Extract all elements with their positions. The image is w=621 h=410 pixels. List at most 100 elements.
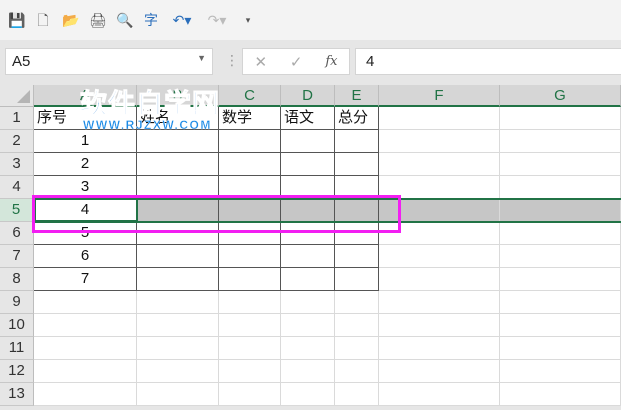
column-header-c[interactable]: C: [219, 85, 281, 107]
row-header-4[interactable]: 4: [0, 176, 34, 199]
row-header-6[interactable]: 6: [0, 222, 34, 245]
cell-c11[interactable]: [219, 337, 281, 360]
cell-c13[interactable]: [219, 383, 281, 406]
cell-d11[interactable]: [281, 337, 335, 360]
cell-b1[interactable]: 姓名: [137, 107, 219, 130]
name-box[interactable]: A5 ▼: [5, 48, 213, 75]
enter-icon[interactable]: ✓: [290, 53, 303, 71]
cell-b12[interactable]: [137, 360, 219, 383]
cell-b3[interactable]: [137, 153, 219, 176]
save-icon[interactable]: 💾: [8, 12, 25, 28]
cell-e9[interactable]: [335, 291, 379, 314]
cell-g1[interactable]: [500, 107, 621, 130]
cell-a9[interactable]: [34, 291, 137, 314]
cell-e13[interactable]: [335, 383, 379, 406]
cell-g5[interactable]: [500, 199, 621, 222]
column-header-g[interactable]: G: [500, 85, 621, 107]
cell-g2[interactable]: [500, 130, 621, 153]
cell-c12[interactable]: [219, 360, 281, 383]
cell-d3[interactable]: [281, 153, 335, 176]
column-header-d[interactable]: D: [281, 85, 335, 107]
cell-a12[interactable]: [34, 360, 137, 383]
cell-b11[interactable]: [137, 337, 219, 360]
cell-a8[interactable]: 7: [34, 268, 137, 291]
cell-a11[interactable]: [34, 337, 137, 360]
cell-g8[interactable]: [500, 268, 621, 291]
cell-a3[interactable]: 2: [34, 153, 137, 176]
cell-c10[interactable]: [219, 314, 281, 337]
cell-f8[interactable]: [379, 268, 500, 291]
cell-f9[interactable]: [379, 291, 500, 314]
cell-e8[interactable]: [335, 268, 379, 291]
row-header-8[interactable]: 8: [0, 268, 34, 291]
cell-e1[interactable]: 总分: [335, 107, 379, 130]
cell-f3[interactable]: [379, 153, 500, 176]
cell-d9[interactable]: [281, 291, 335, 314]
row-header-2[interactable]: 2: [0, 130, 34, 153]
cell-e7[interactable]: [335, 245, 379, 268]
cell-a13[interactable]: [34, 383, 137, 406]
cell-a1[interactable]: 序号: [34, 107, 137, 130]
cell-e11[interactable]: [335, 337, 379, 360]
cell-d1[interactable]: 语文: [281, 107, 335, 130]
cell-c7[interactable]: [219, 245, 281, 268]
cell-g4[interactable]: [500, 176, 621, 199]
cell-g9[interactable]: [500, 291, 621, 314]
cell-b2[interactable]: [137, 130, 219, 153]
customize-icon[interactable]: ▾: [240, 12, 256, 28]
row-header-10[interactable]: 10: [0, 314, 34, 337]
cell-d2[interactable]: [281, 130, 335, 153]
column-header-b[interactable]: B: [137, 85, 219, 107]
cell-f1[interactable]: [379, 107, 500, 130]
column-header-f[interactable]: F: [379, 85, 500, 107]
cell-c1[interactable]: 数学: [219, 107, 281, 130]
cell-g3[interactable]: [500, 153, 621, 176]
cell-d12[interactable]: [281, 360, 335, 383]
cell-c9[interactable]: [219, 291, 281, 314]
row-header-5[interactable]: 5: [0, 199, 34, 222]
cell-g13[interactable]: [500, 383, 621, 406]
cell-g6[interactable]: [500, 222, 621, 245]
cell-f12[interactable]: [379, 360, 500, 383]
print-preview-icon[interactable]: 🔍: [116, 12, 133, 28]
cell-d10[interactable]: [281, 314, 335, 337]
new-file-icon[interactable]: 🗋: [35, 12, 51, 28]
cell-b9[interactable]: [137, 291, 219, 314]
cell-f7[interactable]: [379, 245, 500, 268]
row-header-1[interactable]: 1: [0, 107, 34, 130]
open-folder-icon[interactable]: 📂: [62, 12, 79, 28]
cell-g12[interactable]: [500, 360, 621, 383]
cancel-icon[interactable]: ✕: [254, 53, 267, 71]
cell-a7[interactable]: 6: [34, 245, 137, 268]
chevron-down-icon[interactable]: ▼: [197, 53, 206, 63]
cell-g7[interactable]: [500, 245, 621, 268]
row-header-12[interactable]: 12: [0, 360, 34, 383]
cell-d7[interactable]: [281, 245, 335, 268]
cell-a2[interactable]: 1: [34, 130, 137, 153]
redo-icon[interactable]: ↷▾: [205, 12, 229, 28]
cell-b7[interactable]: [137, 245, 219, 268]
insert-function-icon[interactable]: fx: [325, 54, 337, 69]
cell-f11[interactable]: [379, 337, 500, 360]
drag-handle-icon[interactable]: ⋮: [225, 52, 239, 69]
cell-f2[interactable]: [379, 130, 500, 153]
select-all-button[interactable]: [0, 85, 34, 107]
cell-d13[interactable]: [281, 383, 335, 406]
cell-g11[interactable]: [500, 337, 621, 360]
spell-check-icon[interactable]: 字: [143, 12, 159, 28]
formula-input[interactable]: 4: [355, 48, 621, 75]
cell-d8[interactable]: [281, 268, 335, 291]
row-header-7[interactable]: 7: [0, 245, 34, 268]
cell-e12[interactable]: [335, 360, 379, 383]
cell-e10[interactable]: [335, 314, 379, 337]
cell-c3[interactable]: [219, 153, 281, 176]
cell-b13[interactable]: [137, 383, 219, 406]
cell-c8[interactable]: [219, 268, 281, 291]
undo-icon[interactable]: ↶▾: [170, 12, 194, 28]
row-header-3[interactable]: 3: [0, 153, 34, 176]
print-icon[interactable]: 🖨: [89, 12, 107, 28]
cell-f13[interactable]: [379, 383, 500, 406]
cell-e3[interactable]: [335, 153, 379, 176]
row-header-11[interactable]: 11: [0, 337, 34, 360]
cell-c2[interactable]: [219, 130, 281, 153]
